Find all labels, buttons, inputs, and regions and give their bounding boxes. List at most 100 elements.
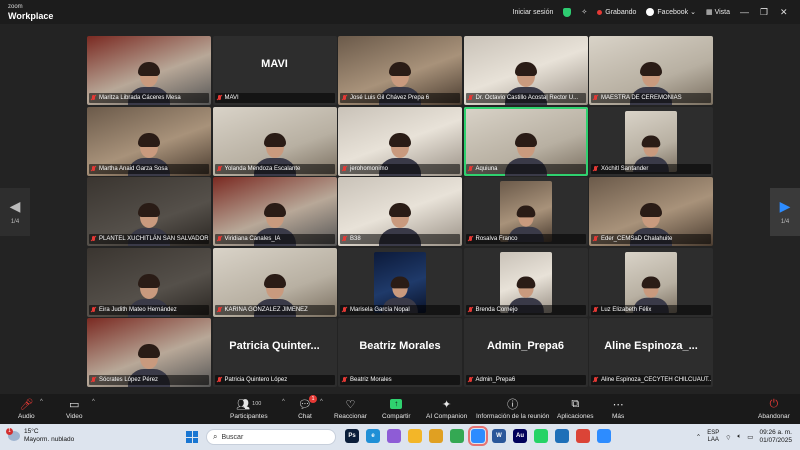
recording-indicator[interactable]: Grabando	[597, 9, 636, 16]
participant-tile[interactable]: jerohomonimo	[338, 106, 462, 176]
minimize-button[interactable]: —	[740, 7, 750, 17]
taskbar-search[interactable]: ⌕ Buscar	[206, 429, 336, 445]
word-icon[interactable]: W	[492, 429, 506, 443]
participant-tile[interactable]: Marisela García Nopal	[338, 247, 462, 317]
participant-name-label: Beatriz Morales	[340, 375, 460, 385]
participant-name-label: jerohomonimo	[340, 163, 460, 174]
participant-tile[interactable]: PLANTEL XUCHITLÁN SAN SALVADOR ...	[87, 177, 211, 246]
leave-button[interactable]: ⏻ Abandonar	[758, 397, 790, 421]
apps-button[interactable]: ⧉ Aplicaciones	[557, 397, 594, 421]
battery-icon[interactable]: ▭	[747, 433, 753, 441]
security-shield-icon[interactable]	[563, 7, 572, 17]
zoom2-icon[interactable]	[597, 429, 611, 443]
meeting-info-button[interactable]: ⓘ Información de la reunión	[476, 397, 549, 420]
page-indicator-left: 1/4	[10, 219, 20, 225]
participant-tile[interactable]: Martha Anaid Garza Sosa	[87, 106, 211, 176]
microphone-muted-icon	[342, 236, 347, 242]
copilot-icon[interactable]	[387, 429, 401, 443]
participant-name-label: Maritza Librada Cáceres Mesa	[89, 93, 209, 103]
search-icon: ⌕	[213, 432, 218, 441]
participant-tile[interactable]: Beatriz Morales Beatriz Morales	[338, 318, 462, 387]
weather-widget[interactable]: 1 15°C Mayorm. nublado	[6, 428, 74, 444]
react-button[interactable]: ♡ Reaccionar	[334, 397, 367, 421]
participant-tile[interactable]: Viridiana Canales_IA	[212, 177, 337, 246]
edge-icon[interactable]: e	[366, 429, 380, 443]
participant-tile[interactable]: Patricia Quinter... Patricia Quintero Lóp…	[212, 318, 337, 387]
participant-tile[interactable]: MAESTRA DE CEREMONIAS	[589, 36, 713, 105]
photoshop-icon[interactable]: Ps	[345, 429, 359, 443]
participant-tile[interactable]: Dr. Octavio Castillo Acosta| Rector U...	[463, 36, 588, 105]
facebook-live-menu[interactable]: Facebook ⌄	[646, 8, 696, 16]
more-button[interactable]: ⋯ Más	[612, 397, 624, 421]
participant-tile[interactable]: Xóchitl Santander	[589, 106, 713, 176]
ai-companion-button[interactable]: ✦ AI Companion	[426, 397, 467, 421]
participant-name-label: PLANTEL XUCHITLÁN SAN SALVADOR ...	[89, 234, 209, 244]
chat-options-caret[interactable]: ^	[320, 399, 323, 405]
meeting-toolbar: 🎤︎ Audio ^ ▭ Video ^ 👥︎ 100 Participantes…	[0, 394, 800, 424]
participant-tile[interactable]: Luz Elizabeth Félix	[589, 247, 713, 317]
audition-icon[interactable]: Au	[513, 429, 527, 443]
participant-tile[interactable]: Eira Judith Mateo Hernández	[87, 247, 211, 317]
participant-name: Sócrates López Pérez	[99, 377, 159, 383]
video-options-caret[interactable]: ^	[92, 399, 95, 405]
next-page-button[interactable]: ▶ 1/4	[770, 188, 800, 236]
share-button[interactable]: ↑ Compartir	[382, 397, 411, 420]
participant-tile[interactable]: Admin_Prepa6 Admin_Prepa6	[463, 318, 588, 387]
participant-tile[interactable]: Rosalva Franco	[463, 177, 588, 246]
participant-display-name: Admin_Prepa6	[486, 340, 565, 352]
ai-sparkle-icon: ✦	[441, 398, 452, 411]
microphone-muted-icon	[91, 95, 96, 101]
participants-icon: 👥︎ 100	[236, 398, 262, 411]
participant-name: Beatriz Morales	[350, 377, 392, 383]
chrome3-icon[interactable]	[576, 429, 590, 443]
previous-page-button[interactable]: ◀ 1/4	[0, 188, 30, 236]
microphone-muted-icon	[342, 377, 347, 383]
video-button[interactable]: ▭ Video	[66, 397, 83, 421]
close-button[interactable]: ✕	[780, 7, 790, 18]
more-icon: ⋯	[612, 398, 624, 411]
folder-icon[interactable]	[408, 429, 422, 443]
signin-link[interactable]: Iniciar sesión	[513, 9, 554, 16]
language-indicator[interactable]: ESP LAA	[707, 430, 719, 444]
microphone-muted-icon	[217, 95, 222, 101]
leave-icon: ⏻	[769, 397, 779, 410]
audio-button[interactable]: 🎤︎ Audio	[18, 397, 35, 421]
participant-tile[interactable]: Maritza Librada Cáceres Mesa	[87, 36, 211, 105]
whatsapp-icon[interactable]	[534, 429, 548, 443]
participant-name-label: KARINA GONZALEZ JIMENEZ	[214, 304, 335, 315]
teams-icon[interactable]	[555, 429, 569, 443]
chrome-icon[interactable]	[429, 429, 443, 443]
participant-name: Maritza Librada Cáceres Mesa	[99, 95, 181, 101]
chrome2-icon[interactable]	[450, 429, 464, 443]
wifi-icon[interactable]: ⌔	[725, 433, 731, 442]
participant-name-label: Viridiana Canales_IA	[214, 234, 335, 244]
participant-tile[interactable]: Sócrates López Pérez	[87, 318, 211, 387]
zoom-taskbar-icon[interactable]	[468, 426, 488, 446]
participant-tile[interactable]: Aline Espinoza_... Aline Espinoza_CECYTEH…	[589, 318, 713, 387]
participant-name-label: Aquiuna	[465, 163, 586, 174]
sparkle-icon[interactable]: ✧	[581, 8, 587, 16]
speaker-icon[interactable]: 🔈︎	[737, 433, 741, 441]
maximize-button[interactable]: ❐	[760, 7, 770, 18]
chevron-up-icon[interactable]: ⌃	[696, 433, 701, 441]
windows-start-icon[interactable]	[186, 431, 198, 443]
participant-tile[interactable]: B38	[338, 177, 462, 246]
participant-name: José Luis Gil Chávez Prepa 6	[350, 95, 430, 101]
participants-options-caret[interactable]: ^	[282, 399, 285, 405]
participant-tile[interactable]: MAVI MAVI	[212, 36, 337, 105]
taskbar-clock[interactable]: 09:26 a. m. 01/07/2025	[759, 429, 792, 445]
participant-video	[625, 110, 677, 172]
participant-name-label: MAVI	[214, 93, 335, 103]
participant-tile[interactable]: KARINA GONZALEZ JIMENEZ	[212, 247, 337, 317]
participant-tile[interactable]: Eder_CEMSaD Chalahuite	[589, 177, 713, 246]
participants-button[interactable]: 👥︎ 100 Participantes	[230, 397, 268, 421]
microphone-muted-icon: 🎤︎	[19, 398, 34, 411]
participant-tile[interactable]: José Luis Gil Chávez Prepa 6	[338, 36, 462, 105]
microphone-muted-icon	[217, 306, 222, 313]
audio-options-caret[interactable]: ^	[40, 399, 43, 405]
participant-tile[interactable]: Brenda Cornejo	[463, 247, 588, 317]
view-menu[interactable]: ▦ Vista	[706, 8, 730, 17]
participant-tile[interactable]: Aquiuna	[463, 106, 588, 176]
participant-tile[interactable]: Yolanda Mendoza Escalante	[212, 106, 337, 176]
chat-button[interactable]: 💬︎ 1 Chat	[298, 395, 317, 420]
